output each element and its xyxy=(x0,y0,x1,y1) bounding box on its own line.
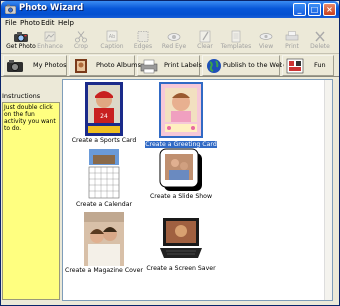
red-eye-button[interactable]: Red Eye xyxy=(158,30,190,53)
red-eye-icon xyxy=(167,33,181,41)
view-icon xyxy=(259,33,273,40)
enhance-label: Enhance xyxy=(37,43,63,50)
templates-label: Templates xyxy=(220,43,252,50)
delete-icon xyxy=(315,31,325,42)
globe-icon xyxy=(207,59,221,73)
maximize-button[interactable]: □ xyxy=(308,3,321,16)
camera-icon xyxy=(7,60,23,72)
tab-photo-albums[interactable]: Photo Albums xyxy=(69,55,141,76)
minimize-button[interactable]: _ xyxy=(293,3,306,16)
menu-file[interactable]: File xyxy=(5,18,17,29)
caption-label: Caption xyxy=(100,43,124,50)
clear-icon xyxy=(199,30,211,43)
activity-calendar[interactable]: Create a Calendar xyxy=(69,148,139,208)
get-photo-button[interactable]: Get Photo xyxy=(5,30,37,53)
screen-saver-thumbnail xyxy=(160,218,202,258)
edges-label: Edges xyxy=(133,43,153,50)
vertical-scrollbar[interactable] xyxy=(324,80,332,300)
crop-label: Crop xyxy=(73,43,88,50)
clear-button[interactable]: Clear xyxy=(189,30,221,53)
printer-icon xyxy=(140,59,158,74)
delete-label: Delete xyxy=(310,43,330,50)
instructions-text: Just double click on the fun activity yo… xyxy=(4,104,56,132)
magazine-cover-thumbnail xyxy=(84,212,124,266)
slide-show-label: Create a Slide Show xyxy=(149,193,213,200)
tab-fun-label: Fun xyxy=(314,61,326,69)
magazine-cover-label: Create a Magazine Cover xyxy=(65,267,143,274)
fun-icon xyxy=(286,58,304,74)
sports-card-label: Create a Sports Card xyxy=(71,137,137,144)
calendar-thumbnail xyxy=(84,148,124,200)
templates-button[interactable]: Templates xyxy=(220,30,252,53)
tab-publish-web[interactable]: Publish to the Web xyxy=(202,55,284,76)
clear-label: Clear xyxy=(197,43,213,50)
activity-slide-show[interactable]: Create a Slide Show xyxy=(145,148,217,200)
enhance-button[interactable]: Enhance xyxy=(34,30,66,53)
crop-button[interactable]: Crop xyxy=(65,30,97,53)
caption-button[interactable]: Ab Caption xyxy=(96,30,128,53)
photo-wizard-window: Photo Wizard _ □ × File Photo Edit Help … xyxy=(0,0,340,306)
red-eye-label: Red Eye xyxy=(161,43,187,50)
calendar-label: Create a Calendar xyxy=(75,201,133,208)
tab-print-labels-label: Print Labels xyxy=(164,61,202,69)
edges-icon xyxy=(137,31,149,42)
toolbar: Get Photo Enhance Crop Ab Caption Edges … xyxy=(1,29,339,54)
activity-magazine-cover[interactable]: Create a Magazine Cover xyxy=(65,212,143,274)
tab-photo-albums-label: Photo Albums xyxy=(96,61,141,69)
close-button[interactable]: × xyxy=(323,3,336,16)
menu-edit[interactable]: Edit xyxy=(41,18,55,29)
window-title: Photo Wizard xyxy=(19,3,84,13)
screen-saver-label: Create a Screen Saver xyxy=(146,265,216,272)
enhance-icon xyxy=(44,31,56,42)
app-icon xyxy=(5,4,16,14)
greeting-card-label: Create a Greeting Card xyxy=(145,141,217,148)
camera-icon xyxy=(14,32,28,42)
crop-icon xyxy=(75,31,87,43)
sports-card-thumbnail: 24 xyxy=(85,82,123,136)
svg-text:24: 24 xyxy=(100,113,108,120)
print-icon xyxy=(285,31,299,41)
menu-help[interactable]: Help xyxy=(58,18,74,29)
slide-show-thumbnail xyxy=(159,148,202,191)
caption-icon: Ab xyxy=(106,30,118,42)
edges-button[interactable]: Edges xyxy=(127,30,159,53)
greeting-card-thumbnail xyxy=(161,84,201,136)
activity-sports-card[interactable]: 24 Create a Sports Card xyxy=(69,82,139,144)
instructions-heading: Instructions xyxy=(2,92,41,100)
get-photo-label: Get Photo xyxy=(6,43,36,50)
activity-screen-saver[interactable]: Create a Screen Saver xyxy=(145,212,217,272)
category-tabs: My Photos Photo Albums Print Labels Publ… xyxy=(1,54,339,77)
album-icon xyxy=(75,59,87,73)
instructions-panel: Just double click on the fun activity yo… xyxy=(2,102,60,300)
activities-panel: 24 Create a Sports Card Create a Greetin… xyxy=(62,79,333,301)
tab-fun[interactable]: Fun xyxy=(282,55,334,76)
greeting-card-highlight xyxy=(159,82,203,138)
templates-icon xyxy=(231,30,241,43)
tab-print-labels[interactable]: Print Labels xyxy=(137,55,202,76)
title-bar[interactable]: Photo Wizard _ □ × xyxy=(1,1,339,18)
tab-my-photos[interactable]: My Photos xyxy=(3,55,67,76)
activity-greeting-card[interactable]: Create a Greeting Card xyxy=(145,82,217,148)
menu-photo[interactable]: Photo xyxy=(20,18,40,29)
tab-publish-web-label: Publish to the Web xyxy=(223,61,284,69)
delete-button[interactable]: Delete xyxy=(304,30,336,53)
menu-bar: File Photo Edit Help xyxy=(1,18,339,29)
svg-text:Ab: Ab xyxy=(109,34,116,40)
tab-my-photos-label: My Photos xyxy=(33,61,67,69)
